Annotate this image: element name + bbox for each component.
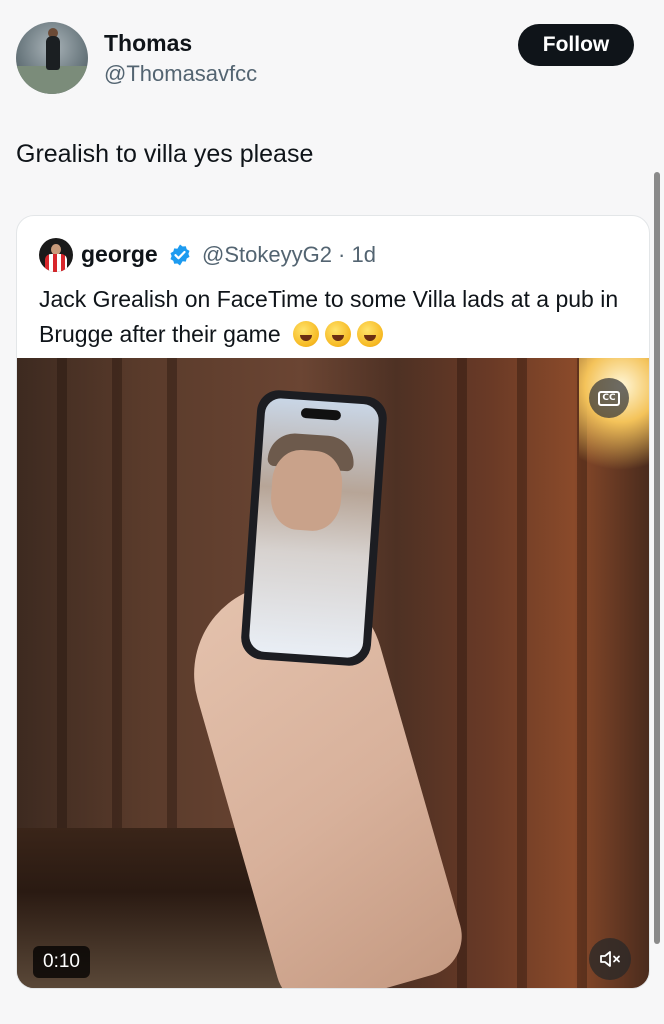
- rolling-laughing-emoji-icon: [325, 321, 352, 347]
- author-handle[interactable]: @Thomasavfcc: [104, 61, 257, 87]
- facetime-screen: [248, 397, 380, 659]
- mute-button[interactable]: [589, 938, 631, 980]
- avatar-player: [46, 36, 60, 70]
- phone-dynamic-island: [300, 407, 342, 421]
- quoted-avatar-shirt: [45, 254, 67, 272]
- scrollbar[interactable]: [654, 172, 660, 944]
- rolling-laughing-emoji-icon: [357, 321, 384, 347]
- laughing-emoji-group: [287, 321, 389, 347]
- author-avatar[interactable]: [16, 22, 88, 94]
- author-name[interactable]: Thomas: [104, 30, 192, 57]
- quoted-author-name[interactable]: george: [81, 241, 158, 268]
- verified-badge-icon: [170, 244, 190, 266]
- closed-captions-button[interactable]: CC: [589, 378, 629, 418]
- speaker-muted-icon: [600, 951, 620, 967]
- tweet-text: Grealish to villa yes please: [16, 140, 314, 168]
- facetime-face: [268, 448, 345, 533]
- curtain-fold: [457, 358, 467, 988]
- quoted-author-avatar[interactable]: [39, 238, 73, 272]
- quoted-tweet-card[interactable]: george @StokeyyG2 · 1d Jack Grealish on …: [16, 215, 650, 989]
- video-player[interactable]: CC 0:10: [17, 358, 649, 988]
- avatar-grass: [16, 66, 88, 94]
- phone-in-video: [239, 388, 389, 668]
- quoted-handle-timestamp[interactable]: @StokeyyG2 · 1d: [202, 242, 376, 268]
- follow-button[interactable]: Follow: [518, 24, 634, 66]
- rolling-laughing-emoji-icon: [293, 321, 320, 347]
- cc-icon: CC: [598, 390, 620, 406]
- curtain-fold: [517, 358, 527, 988]
- quoted-tweet-text: Jack Grealish on FaceTime to some Villa …: [39, 282, 639, 352]
- video-timestamp: 0:10: [33, 946, 90, 978]
